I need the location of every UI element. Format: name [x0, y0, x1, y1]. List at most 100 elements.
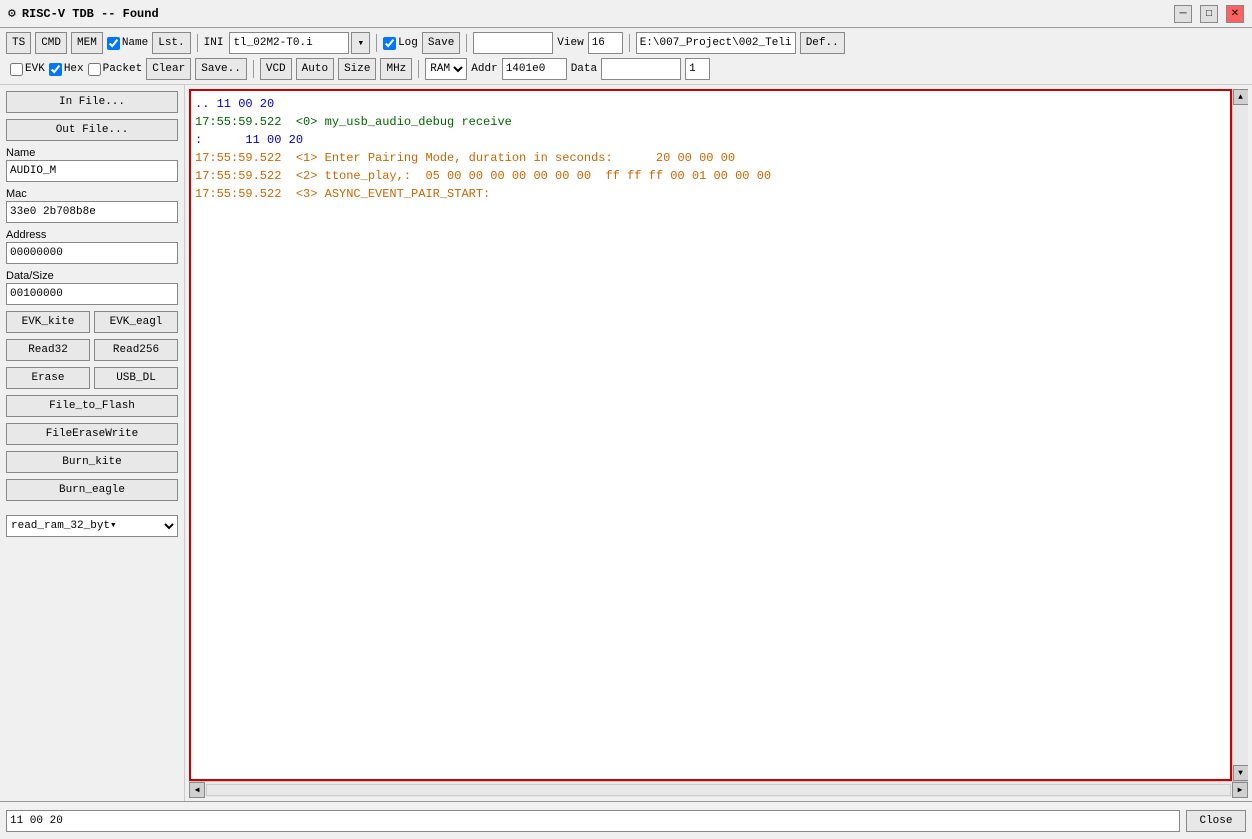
name-checkbox-label[interactable]: Name: [107, 37, 148, 50]
address-field-input[interactable]: [6, 242, 178, 264]
left-panel: In File... Out File... Name Mac Address …: [0, 85, 185, 801]
auto-button[interactable]: Auto: [296, 58, 334, 80]
data-size-field-input[interactable]: [6, 283, 178, 305]
save-button[interactable]: Save: [422, 32, 460, 54]
ram-select[interactable]: RAM: [425, 58, 467, 80]
log-scroll-wrapper: .. 11 00 2017:55:59.522 <0> my_usb_audio…: [189, 89, 1248, 781]
evk-eagle-button[interactable]: EVK_eagl: [94, 311, 178, 333]
cmd-button[interactable]: CMD: [35, 32, 67, 54]
read32-button[interactable]: Read32: [6, 339, 90, 361]
name-checkbox[interactable]: [107, 37, 120, 50]
addr-input[interactable]: [502, 58, 567, 80]
separator-6: [418, 60, 419, 78]
log-line: .. 11 00 20: [195, 95, 1226, 113]
burn-kite-button[interactable]: Burn_kite: [6, 451, 178, 473]
toolbar-row-1: TS CMD MEM Name Lst. INI ▾ Log Save View…: [6, 32, 1246, 54]
log-line: : 11 00 20: [195, 131, 1226, 149]
close-button[interactable]: Close: [1186, 810, 1246, 832]
close-window-button[interactable]: ✕: [1226, 5, 1244, 23]
toolbar-row-2: EVK Hex Packet Clear Save.. VCD Auto Siz…: [6, 58, 1246, 80]
scroll-track-horizontal: [206, 784, 1231, 796]
name-field-input[interactable]: [6, 160, 178, 182]
restore-button[interactable]: □: [1200, 5, 1218, 23]
toolbar-area: TS CMD MEM Name Lst. INI ▾ Log Save View…: [0, 28, 1252, 85]
dropdown-area: read_ram_32_byt▾: [6, 515, 178, 537]
hex-checkbox-label[interactable]: Hex: [49, 63, 84, 76]
evk-checkbox-label[interactable]: EVK: [10, 63, 45, 76]
horizontal-scrollbar: ◀ ▶: [189, 781, 1248, 797]
erase-buttons-row: Erase USB_DL: [6, 367, 178, 389]
view-value-input[interactable]: [588, 32, 623, 54]
title-bar-controls: ─ □ ✕: [1174, 5, 1244, 23]
ini-dropdown: ▾: [229, 32, 370, 54]
data-input[interactable]: [601, 58, 681, 80]
view-label: View: [557, 37, 583, 49]
log-vertical-scrollbar[interactable]: ▲ ▼: [1232, 89, 1248, 781]
log-line: 17:55:59.522 <1> Enter Pairing Mode, dur…: [195, 149, 1226, 167]
name-field-label: Name: [6, 147, 178, 159]
packet-checkbox[interactable]: [88, 63, 101, 76]
address-field-group: Address: [6, 229, 178, 264]
ts-button[interactable]: TS: [6, 32, 31, 54]
scroll-track-vertical: [1235, 105, 1247, 765]
data-label: Data: [571, 63, 597, 75]
app-icon: ⚙: [8, 6, 16, 21]
separator-3: [466, 34, 467, 52]
scroll-right-btn[interactable]: ▶: [1232, 782, 1248, 798]
action-dropdown[interactable]: read_ram_32_byt▾: [6, 515, 178, 537]
mac-field-input[interactable]: [6, 201, 178, 223]
ini-dropdown-btn[interactable]: ▾: [351, 32, 370, 54]
log-line: 17:55:59.522 <0> my_usb_audio_debug rece…: [195, 113, 1226, 131]
read256-button[interactable]: Read256: [94, 339, 178, 361]
vcd-button[interactable]: VCD: [260, 58, 292, 80]
burn-eagle-button[interactable]: Burn_eagle: [6, 479, 178, 501]
log-line: 17:55:59.522 <2> ttone_play,: 05 00 00 0…: [195, 167, 1226, 185]
clear-button[interactable]: Clear: [146, 58, 191, 80]
save2-button[interactable]: Save..: [195, 58, 247, 80]
erase-button[interactable]: Erase: [6, 367, 90, 389]
log-checkbox-label[interactable]: Log: [383, 37, 418, 50]
file-to-flash-button[interactable]: File_to_Flash: [6, 395, 178, 417]
mac-field-label: Mac: [6, 188, 178, 200]
path-input[interactable]: [636, 32, 796, 54]
mem-button[interactable]: MEM: [71, 32, 103, 54]
log-box[interactable]: .. 11 00 2017:55:59.522 <0> my_usb_audio…: [189, 89, 1232, 781]
usb-dl-button[interactable]: USB_DL: [94, 367, 178, 389]
scroll-down-btn[interactable]: ▼: [1233, 765, 1249, 781]
separator-4: [629, 34, 630, 52]
size-button[interactable]: Size: [338, 58, 376, 80]
status-input[interactable]: [6, 810, 1180, 832]
separator-5: [253, 60, 254, 78]
minimize-button[interactable]: ─: [1174, 5, 1192, 23]
file-erase-write-button[interactable]: FileEraseWrite: [6, 423, 178, 445]
data-size-field-group: Data/Size: [6, 270, 178, 305]
ini-label: INI: [204, 37, 224, 49]
window-title: RISC-V TDB -- Found: [22, 7, 159, 21]
bottom-bar: Close: [0, 801, 1252, 839]
evk-checkbox[interactable]: [10, 63, 23, 76]
packet-checkbox-label[interactable]: Packet: [88, 63, 143, 76]
evk-buttons-row: EVK_kite EVK_eagl: [6, 311, 178, 333]
view-text-input[interactable]: [473, 32, 553, 54]
separator-2: [376, 34, 377, 52]
log-checkbox[interactable]: [383, 37, 396, 50]
evk-kite-button[interactable]: EVK_kite: [6, 311, 90, 333]
scroll-left-btn[interactable]: ◀: [189, 782, 205, 798]
mac-field-group: Mac: [6, 188, 178, 223]
in-file-button[interactable]: In File...: [6, 91, 178, 113]
scroll-up-btn[interactable]: ▲: [1233, 89, 1249, 105]
title-bar: ⚙ RISC-V TDB -- Found ─ □ ✕: [0, 0, 1252, 28]
addr-label: Addr: [471, 63, 497, 75]
ini-input[interactable]: [229, 32, 349, 54]
lst-button[interactable]: Lst.: [152, 32, 190, 54]
data-size-field-label: Data/Size: [6, 270, 178, 282]
num-input[interactable]: [685, 58, 710, 80]
hex-checkbox[interactable]: [49, 63, 62, 76]
out-file-button[interactable]: Out File...: [6, 119, 178, 141]
address-field-label: Address: [6, 229, 178, 241]
log-area-container: .. 11 00 2017:55:59.522 <0> my_usb_audio…: [185, 85, 1252, 801]
mhz-button[interactable]: MHz: [380, 58, 412, 80]
def-button[interactable]: Def..: [800, 32, 845, 54]
main-content: In File... Out File... Name Mac Address …: [0, 85, 1252, 801]
read-buttons-row: Read32 Read256: [6, 339, 178, 361]
